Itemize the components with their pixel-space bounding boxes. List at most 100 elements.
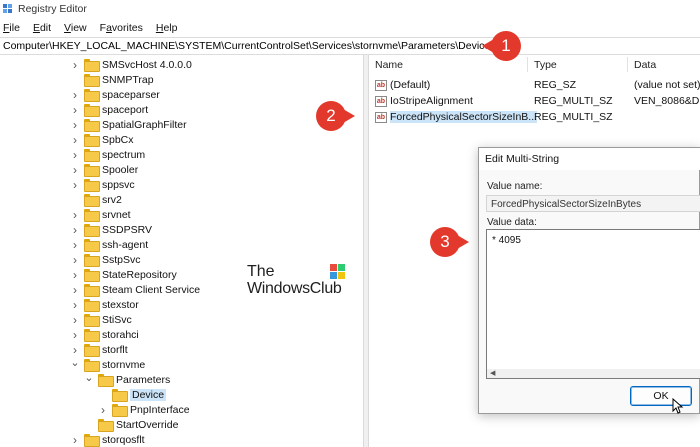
tree-item[interactable]: › srvnet: [70, 207, 131, 222]
tree-item-label: SSDPSRV: [102, 223, 152, 236]
folder-icon: [84, 434, 100, 447]
list-header: Name Type Data: [369, 55, 700, 74]
chevron-right-icon[interactable]: ›: [70, 223, 80, 237]
column-divider[interactable]: [527, 57, 528, 72]
menu-favorites[interactable]: Favorites: [100, 22, 143, 34]
folder-icon: [84, 74, 100, 87]
chevron-right-icon[interactable]: ›: [70, 58, 80, 72]
menu-file[interactable]: File: [3, 22, 20, 34]
tree-item-label: Device: [130, 388, 167, 401]
tree-item[interactable]: › Steam Client Service: [70, 282, 200, 297]
chevron-right-icon[interactable]: ›: [70, 313, 80, 327]
tree-item[interactable]: › SpbCx: [70, 132, 134, 147]
tree-item[interactable]: SNMPTrap: [70, 72, 154, 87]
column-type[interactable]: Type: [534, 59, 557, 71]
tree-item-label: spectrum: [102, 148, 146, 161]
dialog-title: Edit Multi-String: [479, 148, 700, 170]
chevron-down-icon[interactable]: ⌄: [70, 356, 80, 369]
tree-item[interactable]: › storahci: [70, 327, 139, 342]
list-row[interactable]: ab (Default) REG_SZ (value not set): [369, 77, 700, 93]
tree-item-selected[interactable]: Device: [98, 387, 167, 402]
list-row[interactable]: ab IoStripeAlignment REG_MULTI_SZ VEN_808…: [369, 93, 700, 109]
tree-item[interactable]: › storqosflt: [70, 432, 145, 447]
tree-item-label: Spooler: [102, 163, 139, 176]
tree-item[interactable]: › spaceport: [70, 102, 148, 117]
tree-item[interactable]: › SSDPSRV: [70, 222, 152, 237]
tree-item[interactable]: › ssh-agent: [70, 237, 148, 252]
chevron-right-icon[interactable]: ›: [70, 298, 80, 312]
tree-item-label: SNMPTrap: [102, 73, 154, 86]
scroll-left-icon[interactable]: ◀: [490, 369, 495, 377]
string-value-icon: ab: [375, 79, 387, 91]
callout-1: 1: [482, 31, 521, 61]
tree-item-label: storahci: [102, 328, 139, 341]
string-value-icon: ab: [375, 95, 387, 107]
tree-item[interactable]: › spectrum: [70, 147, 145, 162]
address-bar[interactable]: Computer\HKEY_LOCAL_MACHINE\SYSTEM\Curre…: [0, 37, 700, 55]
chevron-right-icon[interactable]: ›: [70, 343, 80, 357]
tree-item-label: Parameters: [116, 373, 171, 386]
address-path: Computer\HKEY_LOCAL_MACHINE\SYSTEM\Curre…: [3, 40, 491, 52]
chevron-right-icon[interactable]: ›: [70, 103, 80, 117]
windows-logo-icon: [330, 264, 346, 280]
mouse-cursor-icon: [672, 398, 684, 414]
chevron-right-icon[interactable]: ›: [70, 178, 80, 192]
chevron-right-icon[interactable]: ›: [70, 208, 80, 222]
tree-item-label: PnpInterface: [130, 403, 190, 416]
chevron-right-icon[interactable]: ›: [70, 88, 80, 102]
chevron-right-icon[interactable]: ›: [70, 148, 80, 162]
chevron-right-icon[interactable]: ›: [70, 268, 80, 282]
menu-view[interactable]: View: [64, 22, 87, 34]
tree-item[interactable]: › spaceparser: [70, 87, 160, 102]
column-name[interactable]: Name: [375, 59, 403, 71]
tree-item-label: storqosflt: [102, 433, 145, 446]
tree-item[interactable]: › stexstor: [70, 297, 139, 312]
chevron-right-icon[interactable]: ›: [70, 133, 80, 147]
menu-bar: File Edit View Favorites Help: [0, 18, 700, 37]
tree-item[interactable]: › SpatialGraphFilter: [70, 117, 187, 132]
tree-item-label: StiSvc: [102, 313, 132, 326]
chevron-down-icon[interactable]: ⌄: [84, 371, 94, 384]
tree-item[interactable]: › Spooler: [70, 162, 138, 177]
callout-2: 2: [316, 101, 355, 131]
tree-item[interactable]: StartOverride: [84, 417, 178, 432]
tree-item[interactable]: › StateRepository: [70, 267, 177, 282]
folder-icon: [112, 389, 128, 402]
menu-edit[interactable]: Edit: [33, 22, 51, 34]
value-data-textarea[interactable]: * 4095 ◀: [486, 229, 700, 379]
horizontal-scrollbar[interactable]: ◀: [487, 369, 700, 378]
tree-item[interactable]: › SstpSvc: [70, 252, 141, 267]
chevron-right-icon[interactable]: ›: [70, 433, 80, 447]
tree-item[interactable]: ⌄ stornvme: [70, 357, 145, 372]
title-bar: Registry Editor: [0, 0, 700, 18]
folder-icon: [84, 269, 100, 282]
chevron-right-icon[interactable]: ›: [70, 283, 80, 297]
column-divider[interactable]: [627, 57, 628, 72]
column-data[interactable]: Data: [634, 59, 656, 71]
tree-item-label: sppsvc: [102, 178, 135, 191]
folder-icon: [84, 254, 100, 267]
tree-item[interactable]: › StiSvc: [70, 312, 132, 327]
tree-item[interactable]: › SMSvcHost 4.0.0.0: [70, 57, 192, 72]
tree-item[interactable]: › storflt: [70, 342, 128, 357]
chevron-right-icon[interactable]: ›: [70, 328, 80, 342]
folder-icon: [84, 299, 100, 312]
value-name-label: Value name:: [487, 181, 543, 192]
menu-help[interactable]: Help: [156, 22, 178, 34]
chevron-right-icon[interactable]: ›: [70, 163, 80, 177]
tree-item[interactable]: › PnpInterface: [98, 402, 190, 417]
tree-item-label: srv2: [102, 193, 122, 206]
folder-icon: [84, 194, 100, 207]
folder-icon: [84, 59, 100, 72]
tree-item[interactable]: ⌄ Parameters: [84, 372, 170, 387]
list-row-selected[interactable]: ab ForcedPhysicalSectorSizeInB... REG_MUL…: [369, 109, 700, 125]
chevron-right-icon[interactable]: ›: [98, 403, 108, 417]
callout-3: 3: [430, 227, 469, 257]
folder-icon: [84, 134, 100, 147]
chevron-right-icon[interactable]: ›: [70, 118, 80, 132]
chevron-right-icon[interactable]: ›: [70, 238, 80, 252]
tree-item[interactable]: › sppsvc: [70, 177, 135, 192]
chevron-right-icon[interactable]: ›: [70, 253, 80, 267]
string-value-icon: ab: [375, 111, 387, 123]
tree-item[interactable]: srv2: [70, 192, 122, 207]
